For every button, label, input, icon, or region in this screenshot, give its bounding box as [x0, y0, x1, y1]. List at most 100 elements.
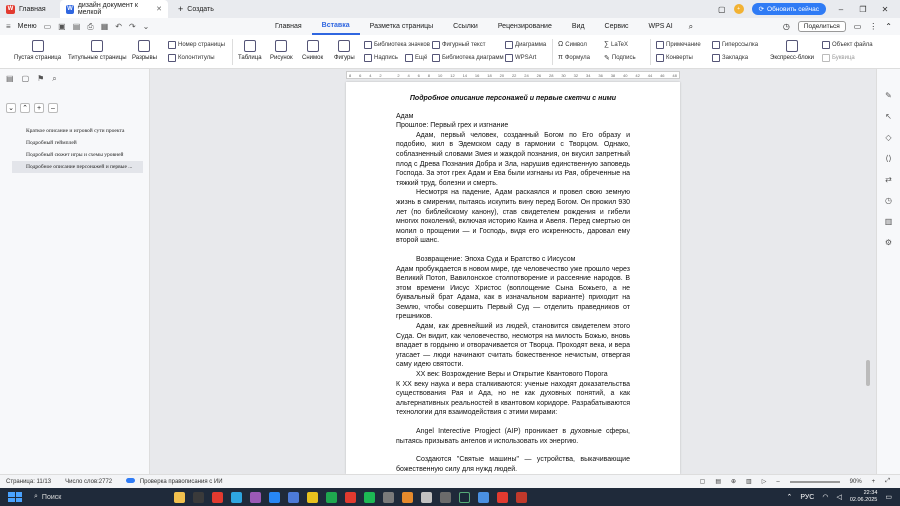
remove-heading-icon[interactable]: – — [48, 103, 58, 113]
messenger-icon[interactable] — [250, 491, 261, 503]
tab-1[interactable]: Вставка — [311, 18, 360, 35]
picture-button[interactable]: Рисунок — [270, 40, 293, 61]
tab-4[interactable]: Рецензирование — [488, 18, 562, 35]
print-icon[interactable]: ⎙ — [87, 22, 93, 32]
notes-icon[interactable] — [307, 491, 318, 503]
app-icon[interactable] — [440, 491, 451, 503]
shape-icon[interactable]: ◇ — [885, 133, 891, 142]
language-indicator[interactable]: РУС — [800, 494, 814, 501]
word-count[interactable]: Число слов:2772 — [65, 479, 112, 485]
comment-icon[interactable]: ▭ — [854, 22, 862, 31]
clock[interactable]: 22:34 02.06.2025 — [850, 490, 878, 504]
vertical-scrollbar[interactable] — [866, 360, 870, 386]
document-body[interactable]: Подробное описание персонажей и первые с… — [396, 94, 630, 474]
document-page[interactable]: Подробное описание персонажей и первые с… — [346, 82, 680, 474]
window-icon[interactable]: ▢ — [718, 5, 726, 14]
home-tab[interactable]: W Главная — [0, 0, 56, 18]
tab-2[interactable]: Разметка страницы — [360, 18, 444, 35]
telegram-icon[interactable] — [231, 491, 242, 503]
more-icon[interactable]: ⋮ — [869, 22, 877, 31]
tray-expand-icon[interactable]: ⌃ — [786, 493, 792, 501]
header-footer-button[interactable]: Колонтитулы — [168, 54, 215, 62]
play-icon[interactable]: ▷ — [762, 478, 767, 485]
redo-icon[interactable]: ↷ — [129, 22, 136, 31]
new-tab-button[interactable]: + Создать — [178, 4, 214, 14]
collapse-icon[interactable]: ⌄ — [6, 103, 16, 113]
steam-icon[interactable] — [459, 491, 470, 503]
app-icon[interactable] — [516, 491, 527, 503]
app-icon[interactable] — [478, 491, 489, 503]
history-icon[interactable]: ◷ — [783, 22, 790, 31]
share-button[interactable]: Поделиться — [797, 21, 846, 32]
outline-icon[interactable]: ▤ — [6, 74, 14, 84]
fit-icon[interactable]: ⤢ — [885, 478, 890, 485]
app-icon[interactable] — [288, 491, 299, 503]
file-explorer-icon[interactable] — [174, 491, 185, 503]
page-number-button[interactable]: Номер страницы — [168, 41, 225, 49]
comment-button[interactable]: Примечание — [656, 41, 701, 49]
spotify-icon[interactable] — [364, 491, 375, 503]
folder-icon[interactable]: ▭ — [44, 22, 52, 31]
windows-start-icon[interactable] — [8, 492, 22, 502]
hamburger-icon[interactable]: ≡ — [6, 22, 11, 31]
taskbar-search[interactable]: ⌕ Поиск — [34, 493, 164, 501]
icon-library-button[interactable]: Библиотека значков — [364, 41, 430, 49]
update-button[interactable]: ⟳ Обновить сейчас — [751, 3, 826, 15]
read-mode-icon[interactable]: ▢ — [700, 478, 706, 485]
formula-button[interactable]: π Формула — [558, 54, 590, 61]
zoom-level[interactable]: 90% — [850, 479, 862, 485]
spellcheck-toggle[interactable]: Проверка правописания с ИИ — [126, 478, 223, 485]
avatar[interactable]: + — [733, 4, 744, 14]
breaks-button[interactable]: Разрывы — [132, 40, 157, 61]
close-tab-icon[interactable]: ✕ — [156, 5, 162, 13]
search-icon[interactable]: ⌕ — [52, 74, 56, 84]
print-layout-icon[interactable]: ▤ — [715, 478, 721, 485]
hyperlink-button[interactable]: Гиперссылка — [712, 41, 758, 49]
app-icon[interactable] — [421, 491, 432, 503]
history-icon[interactable]: ◷ — [885, 196, 892, 205]
media-player-icon[interactable] — [193, 491, 204, 503]
wpsart-button[interactable]: WPSArt — [505, 54, 536, 62]
chart-library-button[interactable]: Библиотека диаграмм — [432, 54, 504, 62]
close-window-icon[interactable]: ✕ — [878, 5, 892, 14]
wps-icon[interactable] — [497, 491, 508, 503]
collapse-ribbon-icon[interactable]: ⌃ — [885, 22, 892, 31]
app-icon[interactable] — [383, 491, 394, 503]
signature-button[interactable]: ✎ Подпись — [604, 54, 636, 62]
restore-icon[interactable]: ❐ — [856, 5, 870, 14]
edit-icon[interactable]: ✎ — [885, 91, 892, 100]
caption-button[interactable]: Надпись — [364, 54, 398, 62]
add-heading-icon[interactable]: + — [34, 103, 44, 113]
outline-item[interactable]: Подробный сюжет игры и схемы уровней — [0, 149, 149, 161]
search-icon[interactable]: ⌕ — [689, 22, 693, 32]
wifi-icon[interactable]: ◠ — [822, 493, 828, 501]
document-tab[interactable]: W дизайн документ к мелкой ✕ — [60, 0, 168, 18]
table-button[interactable]: Таблица — [238, 40, 262, 61]
outline-view-icon[interactable]: ▥ — [746, 478, 752, 485]
app-icon[interactable] — [345, 491, 356, 503]
web-layout-icon[interactable]: ⊕ — [731, 478, 736, 485]
chevron-down-icon[interactable]: ⌄ — [143, 22, 150, 31]
yandex-browser-icon[interactable] — [212, 491, 223, 503]
minimize-icon[interactable]: – — [834, 5, 848, 14]
latex-button[interactable]: ∑ LaTeX — [604, 41, 628, 48]
tab-6[interactable]: Сервис — [595, 18, 639, 35]
menu-button[interactable]: Меню — [18, 23, 37, 30]
horizontal-ruler[interactable]: 8 6 4 2 2 4 6 8 10 12 14 16 18 20 22 24 26 28 30 32 34 36 38 40… — [346, 71, 680, 79]
outline-item[interactable]: Подробное описание персонажей и первые .… — [12, 161, 143, 173]
blank-page-button[interactable]: Пустая страница — [14, 40, 61, 61]
vk-icon[interactable] — [269, 491, 280, 503]
translate-icon[interactable]: ⇄ — [885, 175, 892, 184]
settings-icon[interactable]: ⚙ — [885, 238, 892, 247]
library-icon[interactable]: ▥ — [885, 217, 893, 226]
object-file-button[interactable]: Объект файла — [822, 41, 873, 49]
outline-item[interactable]: Подробный геймплей — [0, 137, 149, 149]
save-icon[interactable]: ▣ — [58, 22, 66, 31]
undo-icon[interactable]: ↶ — [115, 22, 122, 31]
code-icon[interactable]: ⟨⟩ — [885, 154, 891, 163]
bookmark-button[interactable]: Закладка — [712, 54, 748, 62]
envelopes-button[interactable]: Конверты — [656, 54, 693, 62]
notification-icon[interactable]: ▭ — [885, 493, 892, 501]
outline-item[interactable]: Краткое описание и игровой сути проекта — [0, 125, 149, 137]
zoom-in-icon[interactable]: + — [872, 479, 876, 485]
